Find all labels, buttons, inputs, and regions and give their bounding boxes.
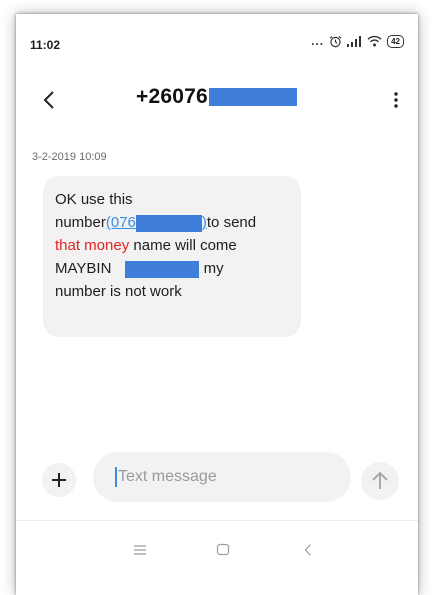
message-text: to send [206, 214, 257, 231]
highlighted-text: that money [55, 237, 130, 254]
wifi-icon [367, 35, 382, 47]
message-input[interactable]: Text message [93, 452, 351, 502]
message-line: number is not work [55, 280, 289, 303]
phone-number-link[interactable]: (076) [105, 214, 207, 232]
nav-home-button[interactable] [216, 543, 230, 561]
send-button[interactable] [361, 462, 399, 500]
more-options-button[interactable] [388, 88, 404, 112]
conversation-header: +26076 [16, 82, 418, 126]
phone-screen: 11:02 ... 42 +26076 3-2-2019 10:09 OK us… [16, 14, 418, 595]
nav-menu-button[interactable] [133, 543, 147, 561]
plus-icon [52, 473, 66, 487]
message-line: MAYBIN my [55, 257, 289, 280]
nav-back-button[interactable] [303, 543, 313, 562]
more-dots-icon: ... [311, 34, 325, 48]
add-attachment-button[interactable] [42, 463, 76, 497]
message-text: name will come [129, 237, 237, 254]
menu-icon [134, 545, 146, 555]
message-timestamp: 3-2-2019 10:09 [32, 151, 107, 163]
message-line: that money name will come [55, 234, 289, 257]
text-caret [115, 467, 117, 487]
composer: Text message [16, 452, 418, 504]
message-text: OK use this [55, 191, 133, 208]
system-nav-bar [16, 520, 418, 595]
status-time: 11:02 [30, 38, 61, 52]
message-line: number(076)to send [55, 211, 289, 234]
status-bar: 11:02 ... 42 [16, 14, 418, 52]
contact-number: +26076 [136, 85, 208, 108]
message-text: MAYBIN [55, 260, 112, 277]
chevron-left-icon [43, 91, 54, 109]
message-text: number is not work [55, 283, 182, 300]
back-button[interactable] [38, 88, 62, 112]
redaction-block [125, 260, 200, 278]
signal-icon [347, 35, 362, 47]
status-icons: ... 42 [311, 34, 404, 48]
message-input-placeholder: Text message [118, 468, 217, 485]
arrow-up-icon [372, 471, 388, 489]
message-text: number [55, 214, 106, 231]
phone-number-link-text: (076 [105, 214, 136, 231]
battery-icon: 42 [387, 34, 404, 48]
contact-title: +26076 [136, 85, 297, 109]
message-line: OK use this [55, 188, 289, 211]
back-icon [304, 544, 311, 556]
home-icon [216, 543, 230, 556]
redaction-block [208, 88, 297, 106]
redaction-block [135, 214, 202, 232]
more-vertical-icon [394, 92, 398, 108]
alarm-icon [329, 35, 342, 47]
message-bubble: OK use this number(076)to send that mone… [43, 176, 301, 337]
message-text: my [199, 260, 224, 277]
